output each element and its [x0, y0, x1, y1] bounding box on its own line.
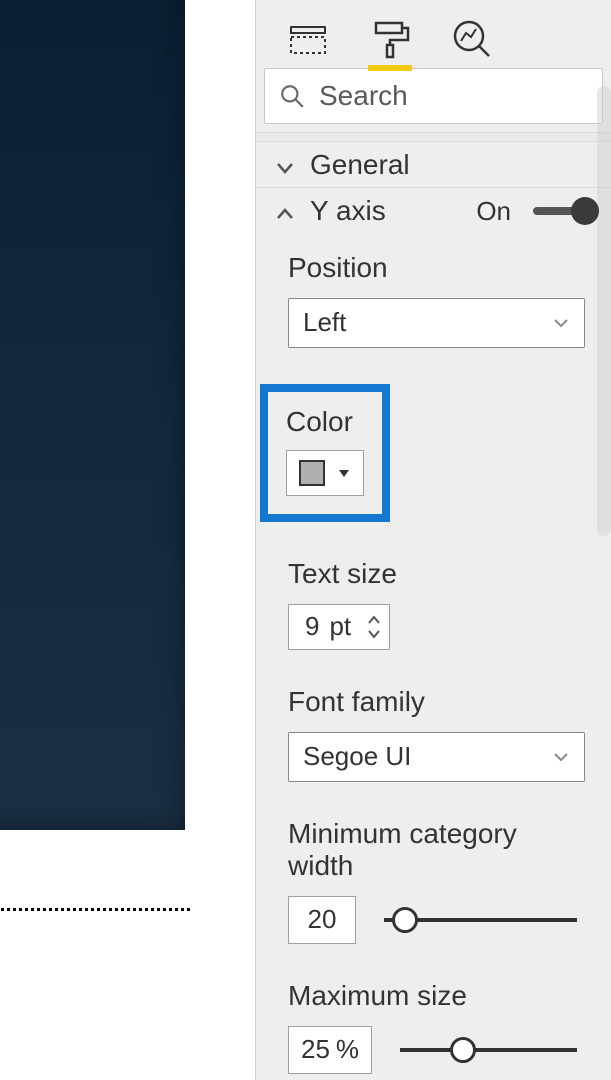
text-size-value: 9: [305, 611, 319, 642]
paint-roller-icon: [370, 19, 410, 59]
text-size-unit: pt: [329, 611, 351, 642]
field-font-family: Font family Segoe UI: [288, 686, 585, 782]
format-tab[interactable]: [370, 19, 410, 59]
y-axis-body: Position Left Color Text size: [256, 234, 611, 1080]
fields-icon: [288, 19, 328, 59]
field-color: Color: [288, 384, 585, 522]
report-canvas[interactable]: [0, 0, 255, 1080]
field-min-cat-width: Minimum category width 20: [288, 818, 585, 944]
fields-tab[interactable]: [288, 19, 328, 59]
y-axis-toggle[interactable]: [533, 207, 593, 215]
pane-divider: [256, 132, 611, 142]
pane-tab-bar: [256, 0, 611, 60]
text-size-stepper[interactable]: 9 pt: [288, 604, 390, 650]
max-size-label: Maximum size: [288, 980, 585, 1012]
position-value: Left: [303, 307, 346, 338]
font-family-label: Font family: [288, 686, 585, 718]
section-general-label: General: [310, 149, 410, 181]
visual-selection-border: [0, 908, 190, 911]
analytics-tab[interactable]: [452, 19, 492, 59]
max-size-input[interactable]: 25 %: [288, 1026, 372, 1074]
chevron-up-icon: [367, 615, 381, 625]
text-size-label: Text size: [288, 558, 585, 590]
color-swatch: [299, 460, 325, 486]
color-picker[interactable]: [286, 450, 364, 496]
toggle-state-label: On: [476, 196, 511, 227]
min-cat-width-label: Minimum category width: [288, 818, 585, 882]
section-general[interactable]: General: [256, 142, 611, 188]
max-size-value: 25: [301, 1034, 330, 1065]
color-label: Color: [286, 406, 364, 438]
max-size-slider[interactable]: [400, 1048, 577, 1052]
min-cat-width-input[interactable]: 20: [288, 896, 356, 944]
font-family-select[interactable]: Segoe UI: [288, 732, 585, 782]
active-tab-indicator: [368, 65, 412, 71]
slider-handle[interactable]: [392, 907, 418, 933]
chevron-down-icon: [367, 629, 381, 639]
chevron-down-icon: [552, 314, 570, 332]
search-icon: [279, 83, 305, 109]
position-label: Position: [288, 252, 585, 284]
min-cat-width-value: 20: [308, 904, 337, 935]
format-pane: Search General Y axis On Po: [255, 0, 611, 1080]
slider-handle[interactable]: [450, 1037, 476, 1063]
section-y-axis[interactable]: Y axis On: [256, 188, 611, 234]
scrollbar[interactable]: [597, 86, 611, 536]
min-cat-width-slider[interactable]: [384, 918, 577, 922]
search-placeholder: Search: [319, 80, 408, 112]
chevron-down-icon: [274, 154, 296, 176]
position-select[interactable]: Left: [288, 298, 585, 348]
caret-down-icon: [337, 466, 351, 480]
tutorial-highlight: Color: [260, 384, 390, 522]
chevron-down-icon: [552, 748, 570, 766]
font-family-value: Segoe UI: [303, 741, 411, 772]
stepper-arrows[interactable]: [361, 615, 381, 639]
chevron-up-icon: [274, 200, 296, 222]
search-input[interactable]: Search: [264, 68, 603, 124]
field-position: Position Left: [288, 252, 585, 348]
section-y-axis-label: Y axis: [310, 195, 386, 227]
visual-placeholder: [0, 0, 185, 830]
field-text-size: Text size 9 pt: [288, 558, 585, 650]
magnifier-chart-icon: [452, 19, 492, 59]
max-size-unit: %: [336, 1034, 359, 1065]
field-max-size: Maximum size 25 %: [288, 980, 585, 1074]
toggle-knob: [571, 197, 599, 225]
